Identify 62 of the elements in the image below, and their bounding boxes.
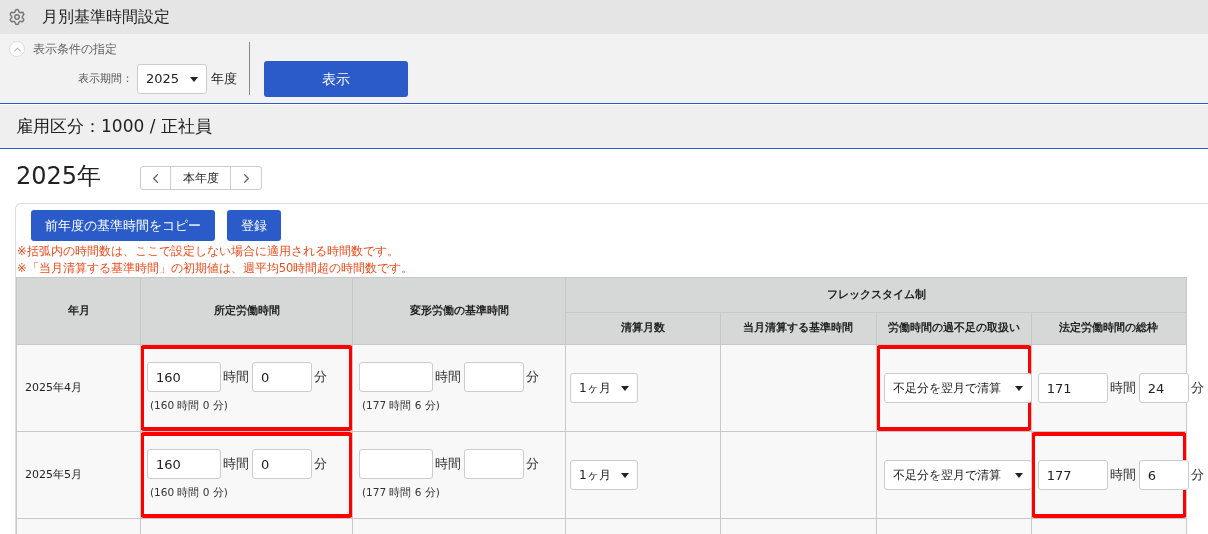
column-group-header: フレックスタイム制 xyxy=(565,277,1187,313)
number-input[interactable] xyxy=(359,362,433,393)
unit-label: 分 xyxy=(525,368,540,387)
settings-icon xyxy=(8,8,26,26)
default-hours-text: (177 時間 6 分) xyxy=(362,485,441,501)
action-button[interactable]: 登録 xyxy=(227,210,281,241)
unit-label: 時間 xyxy=(434,455,462,474)
unit-label: 分 xyxy=(1189,379,1205,398)
default-hours-text: (177 時間 6 分) xyxy=(362,398,441,414)
shortage-select[interactable]: 不足分を翌月で清算 xyxy=(883,373,1032,403)
shortage-select[interactable]: 不足分を翌月で清算 xyxy=(883,460,1032,490)
unit-label: 時間 xyxy=(434,368,462,387)
column-header: 清算月数 xyxy=(565,312,721,345)
number-input[interactable]: 160 xyxy=(147,362,221,393)
collapse-toggle[interactable] xyxy=(9,41,25,57)
column-header: 当月清算する基準時間 xyxy=(720,312,876,345)
year-suffix: 年度 xyxy=(211,70,237,89)
column-header: 変形労働の基準時間 xyxy=(352,277,566,345)
unit-label: 分 xyxy=(313,368,328,387)
action-button[interactable]: 前年度の基準時間をコピー xyxy=(31,210,215,241)
unit-label: 分 xyxy=(1189,466,1205,485)
unit-label: 時間 xyxy=(222,368,250,387)
column-header: 労働時間の過不足の取扱い xyxy=(876,312,1032,345)
note-text: ※括弧内の時間数は、ここで設定しない場合に適用される時間数です。 xyxy=(17,243,400,260)
default-hours-text: (160 時間 0 分) xyxy=(150,398,229,414)
number-input[interactable]: 0 xyxy=(252,362,312,393)
default-hours-text: (160 時間 0 分) xyxy=(150,485,229,501)
number-input[interactable]: 24 xyxy=(1138,373,1189,403)
unit-label: 分 xyxy=(525,455,540,474)
caret-icon xyxy=(1014,385,1023,391)
unit-label: 分 xyxy=(313,455,328,474)
unit-label: 時間 xyxy=(1108,379,1137,398)
caret-icon xyxy=(1014,472,1023,478)
number-input[interactable]: 171 xyxy=(1037,373,1108,403)
note-text: ※「当月清算する基準時間」の初期値は、週平均50時間超の時間数です。 xyxy=(17,260,415,277)
number-input[interactable] xyxy=(359,449,433,480)
caret-icon xyxy=(621,385,629,391)
number-input[interactable]: 0 xyxy=(252,449,312,480)
unit-label: 時間 xyxy=(222,455,250,474)
month-cell: 2025年5月 xyxy=(16,431,141,519)
month-cell: 2025年4月 xyxy=(16,344,141,432)
page-title: 月別基準時間設定 xyxy=(42,6,170,28)
caret-icon xyxy=(621,472,629,478)
year-select[interactable]: 2025 xyxy=(137,64,207,94)
employment-label: 雇用区分：1000 / 正社員 xyxy=(16,114,212,138)
number-input[interactable]: 6 xyxy=(1138,460,1189,490)
months-select[interactable]: 1ヶ月 xyxy=(570,460,638,490)
number-input[interactable]: 177 xyxy=(1037,460,1108,490)
current-year-button[interactable]: 本年度 xyxy=(171,167,231,189)
caret-icon xyxy=(190,76,198,82)
number-input[interactable] xyxy=(464,449,524,480)
column-header: 年月 xyxy=(16,277,141,345)
unit-label: 時間 xyxy=(1108,466,1137,485)
number-input[interactable]: 160 xyxy=(147,449,221,480)
number-input[interactable] xyxy=(464,362,524,393)
year-heading: 2025年 xyxy=(16,161,103,192)
show-button[interactable]: 表示 xyxy=(264,61,408,97)
months-select[interactable]: 1ヶ月 xyxy=(570,373,638,403)
filter-label: 表示条件の指定 xyxy=(33,41,117,58)
column-header: 法定労働時間の総枠 xyxy=(1031,312,1187,345)
period-label: 表示期間： xyxy=(78,70,133,87)
column-header: 所定労働時間 xyxy=(140,277,353,345)
